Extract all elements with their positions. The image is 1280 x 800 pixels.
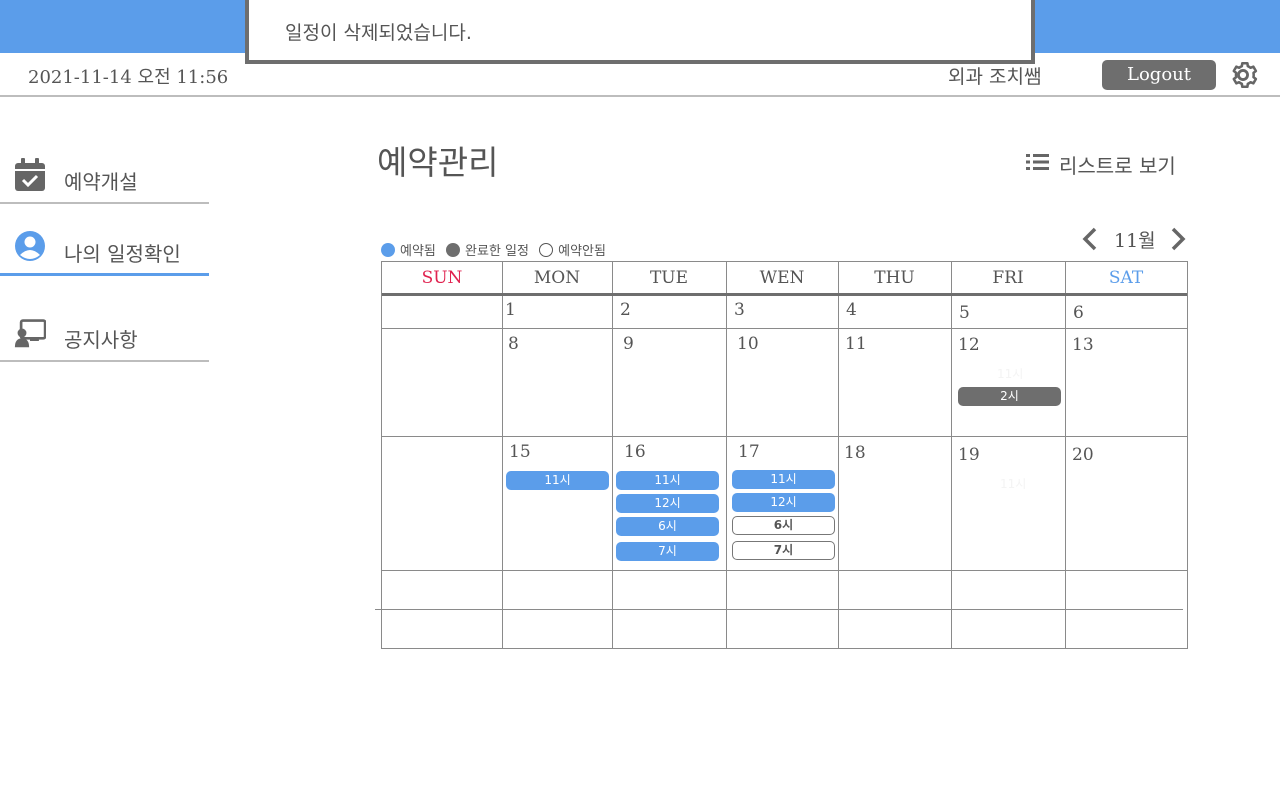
page-title: 예약관리	[377, 143, 499, 182]
dow-mon: MON	[533, 268, 581, 288]
day-number[interactable]: 15	[509, 442, 531, 462]
grid-line	[726, 262, 727, 648]
day-number[interactable]: 8	[508, 334, 519, 354]
legend-dot	[381, 243, 395, 257]
event-open[interactable]: 7시	[732, 541, 835, 560]
event-booked[interactable]: 12시	[732, 493, 835, 512]
subheader: 2021-11-14 오전 11:56 외과 조치쌤 Logout	[0, 53, 1280, 97]
grid-line	[612, 262, 613, 648]
dow-sun: SUN	[421, 268, 463, 288]
legend-label: 완료한 일정	[465, 244, 529, 259]
legend-label: 예약됨	[400, 244, 436, 259]
day-number[interactable]: 5	[959, 303, 970, 323]
grid-line	[838, 262, 839, 648]
sidebar-item-notices[interactable]: 공지사항	[0, 308, 209, 362]
legend-booked: 예약됨	[381, 240, 436, 259]
grid-line	[382, 328, 1187, 329]
day-number[interactable]: 2	[620, 300, 631, 320]
legend-dot	[539, 243, 554, 257]
gear-icon[interactable]	[1226, 58, 1260, 92]
event-booked[interactable]: 7시	[616, 542, 719, 561]
dow-fri: FRI	[992, 268, 1024, 288]
event-faint: 11시	[997, 367, 1024, 381]
sidebar-item-label: 나의 일정확인	[64, 242, 181, 266]
logout-button[interactable]: Logout	[1102, 60, 1216, 90]
grid-line	[951, 262, 952, 648]
day-number[interactable]: 18	[844, 443, 866, 463]
sidebar-item-label: 공지사항	[64, 328, 138, 352]
sidebar-item-my-schedule[interactable]: 나의 일정확인	[0, 222, 209, 276]
sidebar-item-label: 예약개설	[64, 170, 138, 194]
day-number[interactable]: 19	[958, 445, 980, 465]
calendar-grid: SUN MON TUE WEN THU FRI SAT 1 2 3 4 5 6 …	[381, 261, 1188, 649]
grid-line	[502, 262, 503, 648]
dow-thu: THU	[874, 268, 915, 288]
day-number[interactable]: 10	[737, 334, 759, 354]
grid-line	[1065, 262, 1066, 648]
toast-message: 일정이 삭제되었습니다.	[285, 22, 472, 44]
event-booked[interactable]: 11시	[506, 471, 609, 490]
legend-completed: 완료한 일정	[446, 240, 529, 259]
dow-wed: WEN	[759, 268, 805, 288]
day-number[interactable]: 6	[1073, 303, 1084, 323]
grid-line	[382, 436, 1187, 437]
event-booked[interactable]: 11시	[616, 471, 719, 490]
event-booked[interactable]: 11시	[732, 470, 835, 489]
header-divider	[382, 293, 1187, 296]
day-number[interactable]: 11	[845, 334, 867, 354]
day-number[interactable]: 1	[505, 300, 516, 320]
legend-label: 예약안됨	[558, 244, 606, 259]
chevron-left-icon[interactable]	[1080, 226, 1100, 252]
list-icon	[1026, 154, 1049, 170]
day-number[interactable]: 17	[738, 442, 760, 462]
event-open[interactable]: 6시	[732, 516, 835, 535]
user-name: 외과 조치쌤	[948, 66, 1042, 88]
event-completed[interactable]: 2시	[958, 387, 1061, 406]
calendar-check-icon	[15, 158, 45, 191]
event-booked[interactable]: 6시	[616, 517, 719, 536]
month-label: 11월	[1114, 230, 1156, 252]
legend-dot	[446, 243, 461, 257]
chevron-right-icon[interactable]	[1168, 226, 1188, 252]
sidebar-item-create-reservation[interactable]: 예약개설	[0, 150, 209, 204]
day-number[interactable]: 3	[734, 300, 745, 320]
event-booked[interactable]: 12시	[616, 494, 719, 513]
day-number[interactable]: 13	[1072, 335, 1094, 355]
user-circle-icon	[15, 231, 45, 261]
grid-line	[382, 570, 1187, 571]
day-number[interactable]: 20	[1072, 445, 1094, 465]
day-number[interactable]: 16	[624, 442, 646, 462]
presentation-icon	[14, 319, 46, 348]
dow-tue: TUE	[649, 268, 689, 288]
day-number[interactable]: 12	[958, 335, 980, 355]
list-view-label: 리스트로 보기	[1059, 154, 1176, 178]
month-navigation: 11월	[1080, 224, 1190, 254]
day-number[interactable]: 4	[846, 300, 857, 320]
day-number[interactable]: 9	[623, 334, 634, 354]
event-faint: 11시	[1000, 477, 1027, 491]
divider	[375, 609, 1183, 610]
calendar-legend: 예약됨 완료한 일정 예약안됨	[381, 240, 612, 259]
dow-sat: SAT	[1108, 268, 1144, 288]
legend-open: 예약안됨	[539, 240, 606, 259]
current-datetime: 2021-11-14 오전 11:56	[28, 67, 229, 88]
